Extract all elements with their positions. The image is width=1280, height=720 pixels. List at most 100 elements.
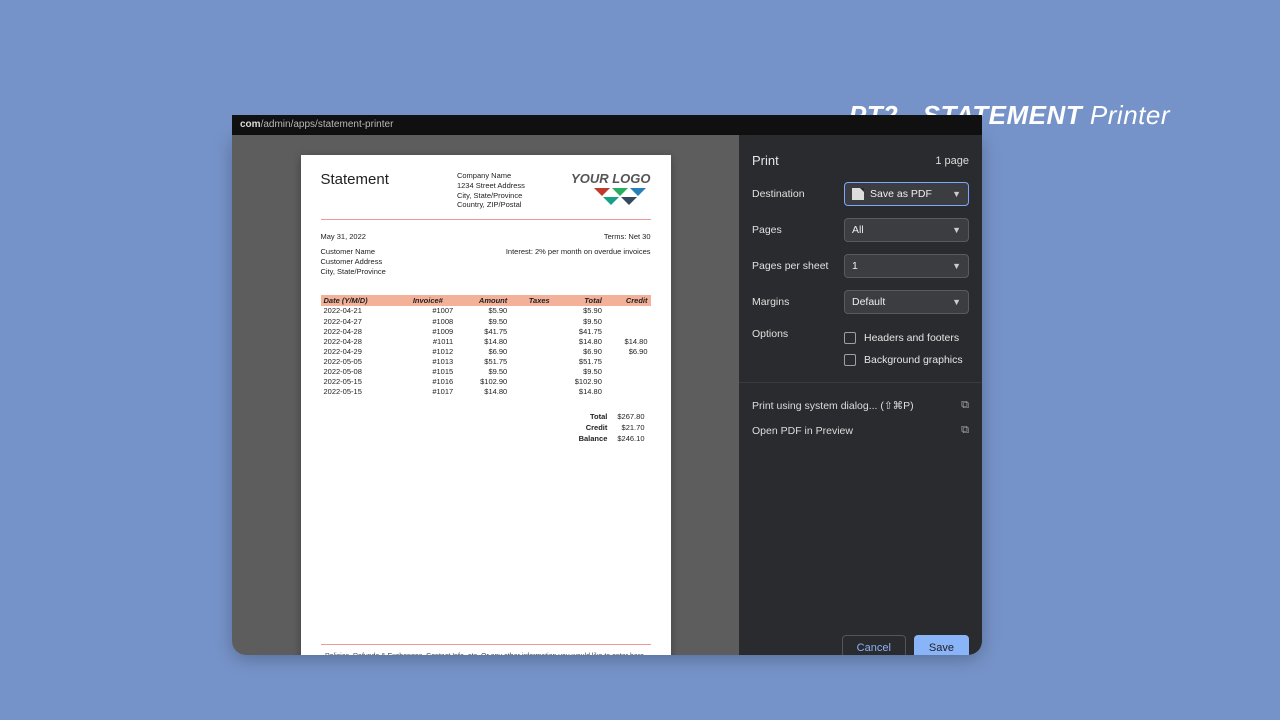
page-title: Statement [321, 171, 389, 212]
table-row: 2022-05-15#1017$14.80$14.80 [321, 387, 651, 397]
chevron-down-icon: ▼ [952, 189, 961, 199]
table-row: 2022-04-28#1009$41.75$41.75 [321, 327, 651, 337]
cell: 2022-05-05 [321, 357, 400, 367]
cell: 2022-04-27 [321, 317, 400, 327]
chevron-down-icon: ▼ [952, 297, 961, 307]
cell: $51.75 [553, 357, 605, 367]
url-prefix: com [240, 119, 261, 130]
company-line: Country, ZIP/Postal [457, 200, 525, 210]
divider [739, 382, 982, 383]
footer-note: Policies, Refunds & Exchanges, Contact I… [321, 649, 651, 655]
col-header: Total [553, 295, 605, 306]
table-row: 2022-04-28#1011$14.80$14.80$14.80 [321, 337, 651, 347]
cell [605, 377, 651, 387]
cell: $6.90 [605, 347, 651, 357]
cell: $9.50 [456, 367, 510, 377]
cell: $6.90 [456, 347, 510, 357]
product-title-thin: Printer [1082, 100, 1170, 130]
total-value: $267.80 [613, 412, 648, 421]
margins-value: Default [852, 296, 885, 308]
company-line: 1234 Street Address [457, 181, 525, 191]
headers-footers-checkbox[interactable] [844, 332, 856, 344]
print-preview-window: Statement Company Name 1234 Street Addre… [232, 135, 982, 655]
cell: $102.90 [553, 377, 605, 387]
cell: #1009 [399, 327, 456, 337]
page-count: 1 page [935, 155, 969, 167]
company-line: City, State/Province [457, 191, 525, 201]
cell: 2022-04-28 [321, 337, 400, 347]
cell: $9.50 [553, 367, 605, 377]
cell: 2022-05-15 [321, 377, 400, 387]
table-row: 2022-04-27#1008$9.50$9.50 [321, 317, 651, 327]
cell [510, 357, 553, 367]
cell: $14.80 [605, 337, 651, 347]
customer-line: City, State/Province [321, 267, 386, 277]
cell: $51.75 [456, 357, 510, 367]
document-page: Statement Company Name 1234 Street Addre… [301, 155, 671, 655]
cell: $6.90 [553, 347, 605, 357]
opt-background-graphics: Background graphics [864, 354, 963, 366]
customer-line: Customer Address [321, 257, 386, 267]
pps-value: 1 [852, 260, 858, 272]
cell: 2022-04-21 [321, 306, 400, 316]
cell [605, 387, 651, 397]
cell: 2022-05-08 [321, 367, 400, 377]
customer-line: Customer Name [321, 247, 386, 257]
balance-label: Balance [575, 434, 612, 443]
cancel-button[interactable]: Cancel [842, 635, 906, 655]
pdf-icon [852, 188, 864, 200]
cell [510, 327, 553, 337]
cell: $41.75 [456, 327, 510, 337]
col-header: Date (Y/M/D) [321, 295, 400, 306]
credit-label: Credit [575, 423, 612, 432]
company-address: Company Name 1234 Street Address City, S… [457, 171, 525, 212]
cell: $9.50 [456, 317, 510, 327]
system-dialog-text: Print using system dialog... (⇧⌘P) [752, 400, 914, 412]
pages-select[interactable]: All ▼ [844, 218, 969, 242]
col-header: Amount [456, 295, 510, 306]
interest-note: Interest: 2% per month on overdue invoic… [506, 247, 651, 277]
logo: YOUR LOGO [571, 171, 650, 212]
chevron-down-icon: ▼ [952, 261, 961, 271]
logo-text: YOUR LOGO [571, 171, 650, 186]
pages-value: All [852, 224, 864, 236]
cell: $5.90 [456, 306, 510, 316]
url-path: /admin/apps/statement-printer [261, 119, 394, 130]
cell [605, 367, 651, 377]
cell: #1012 [399, 347, 456, 357]
options-label: Options [752, 328, 844, 340]
chevron-down-icon: ▼ [952, 225, 961, 235]
cell: #1008 [399, 317, 456, 327]
table-row: 2022-05-15#1016$102.90$102.90 [321, 377, 651, 387]
url-bar: com/admin/apps/statement-printer [232, 115, 982, 135]
cell [510, 367, 553, 377]
customer-block: Customer Name Customer Address City, Sta… [321, 247, 386, 277]
divider [321, 219, 651, 220]
pps-select[interactable]: 1 ▼ [844, 254, 969, 278]
margins-select[interactable]: Default ▼ [844, 290, 969, 314]
cell: $14.80 [456, 337, 510, 347]
logo-icon [590, 186, 650, 210]
opt-headers-footers: Headers and footers [864, 332, 959, 344]
preview-pane: Statement Company Name 1234 Street Addre… [232, 135, 739, 655]
cell [510, 387, 553, 397]
cell [510, 337, 553, 347]
cell: #1011 [399, 337, 456, 347]
cell [605, 357, 651, 367]
col-header: Taxes [510, 295, 553, 306]
cell [510, 377, 553, 387]
table-row: 2022-04-21#1007$5.90$5.90 [321, 306, 651, 316]
cell: 2022-04-28 [321, 327, 400, 337]
cell: $41.75 [553, 327, 605, 337]
destination-select[interactable]: Save as PDF ▼ [844, 182, 969, 206]
cell [605, 306, 651, 316]
cell: $9.50 [553, 317, 605, 327]
cell: $14.80 [553, 337, 605, 347]
cell: $14.80 [553, 387, 605, 397]
open-preview-link[interactable]: Open PDF in Preview ⧉ [752, 418, 969, 443]
save-button[interactable]: Save [914, 635, 969, 655]
panel-title: Print [752, 153, 779, 168]
background-graphics-checkbox[interactable] [844, 354, 856, 366]
cell: #1017 [399, 387, 456, 397]
system-dialog-link[interactable]: Print using system dialog... (⇧⌘P) ⧉ [752, 393, 969, 418]
